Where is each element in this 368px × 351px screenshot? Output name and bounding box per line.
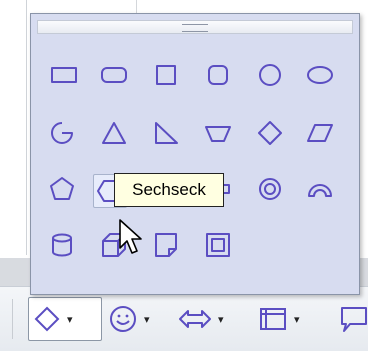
trapezoid-icon[interactable] xyxy=(201,116,235,150)
smiley-icon xyxy=(110,306,136,332)
basic-shapes-palette xyxy=(30,13,360,295)
drawing-toolbar: ▾ ▾ ▾ ▾ xyxy=(0,286,368,351)
rectangle-rounded-icon[interactable] xyxy=(97,58,131,92)
page-margin-line xyxy=(26,0,27,255)
dropdown-arrow-icon[interactable]: ▾ xyxy=(67,313,73,326)
palette-drag-handle[interactable] xyxy=(37,20,353,34)
dropdown-arrow-icon[interactable]: ▾ xyxy=(294,313,300,326)
flowchart-process-icon xyxy=(260,308,286,330)
isosceles-triangle-icon[interactable] xyxy=(97,116,131,150)
square-rounded-icon[interactable] xyxy=(201,58,235,92)
page-margin-line xyxy=(136,0,137,14)
parallelogram-icon[interactable] xyxy=(303,116,337,150)
flowchart-button[interactable]: ▾ xyxy=(258,297,300,341)
rectangle-icon[interactable] xyxy=(47,58,81,92)
diamond-icon[interactable] xyxy=(253,116,287,150)
callouts-button[interactable] xyxy=(338,297,368,341)
grip-icon xyxy=(182,24,208,32)
dropdown-arrow-icon[interactable]: ▾ xyxy=(218,313,224,326)
ellipse-icon[interactable] xyxy=(303,58,337,92)
block-arc-icon[interactable] xyxy=(303,172,337,206)
frame-icon[interactable] xyxy=(201,228,235,262)
folded-corner-icon[interactable] xyxy=(149,228,183,262)
circle-icon[interactable] xyxy=(253,58,287,92)
right-triangle-icon[interactable] xyxy=(149,116,183,150)
symbol-shapes-button[interactable]: ▾ xyxy=(108,297,150,341)
cylinder-icon[interactable] xyxy=(45,228,79,262)
diamond-icon xyxy=(34,306,60,332)
basic-shapes-button[interactable]: ▾ xyxy=(28,297,102,341)
pentagon-icon[interactable] xyxy=(45,172,79,206)
mouse-pointer-icon xyxy=(119,219,142,254)
toolbar-separator xyxy=(12,299,13,339)
ring-icon[interactable] xyxy=(253,172,287,206)
dropdown-arrow-icon[interactable]: ▾ xyxy=(144,313,150,326)
circle-pie-icon[interactable] xyxy=(45,116,79,150)
block-arrows-button[interactable]: ▾ xyxy=(178,297,224,341)
shape-tooltip: Sechseck xyxy=(114,173,224,207)
square-icon[interactable] xyxy=(149,58,183,92)
double-arrow-icon xyxy=(179,310,211,328)
callout-icon xyxy=(341,307,367,332)
